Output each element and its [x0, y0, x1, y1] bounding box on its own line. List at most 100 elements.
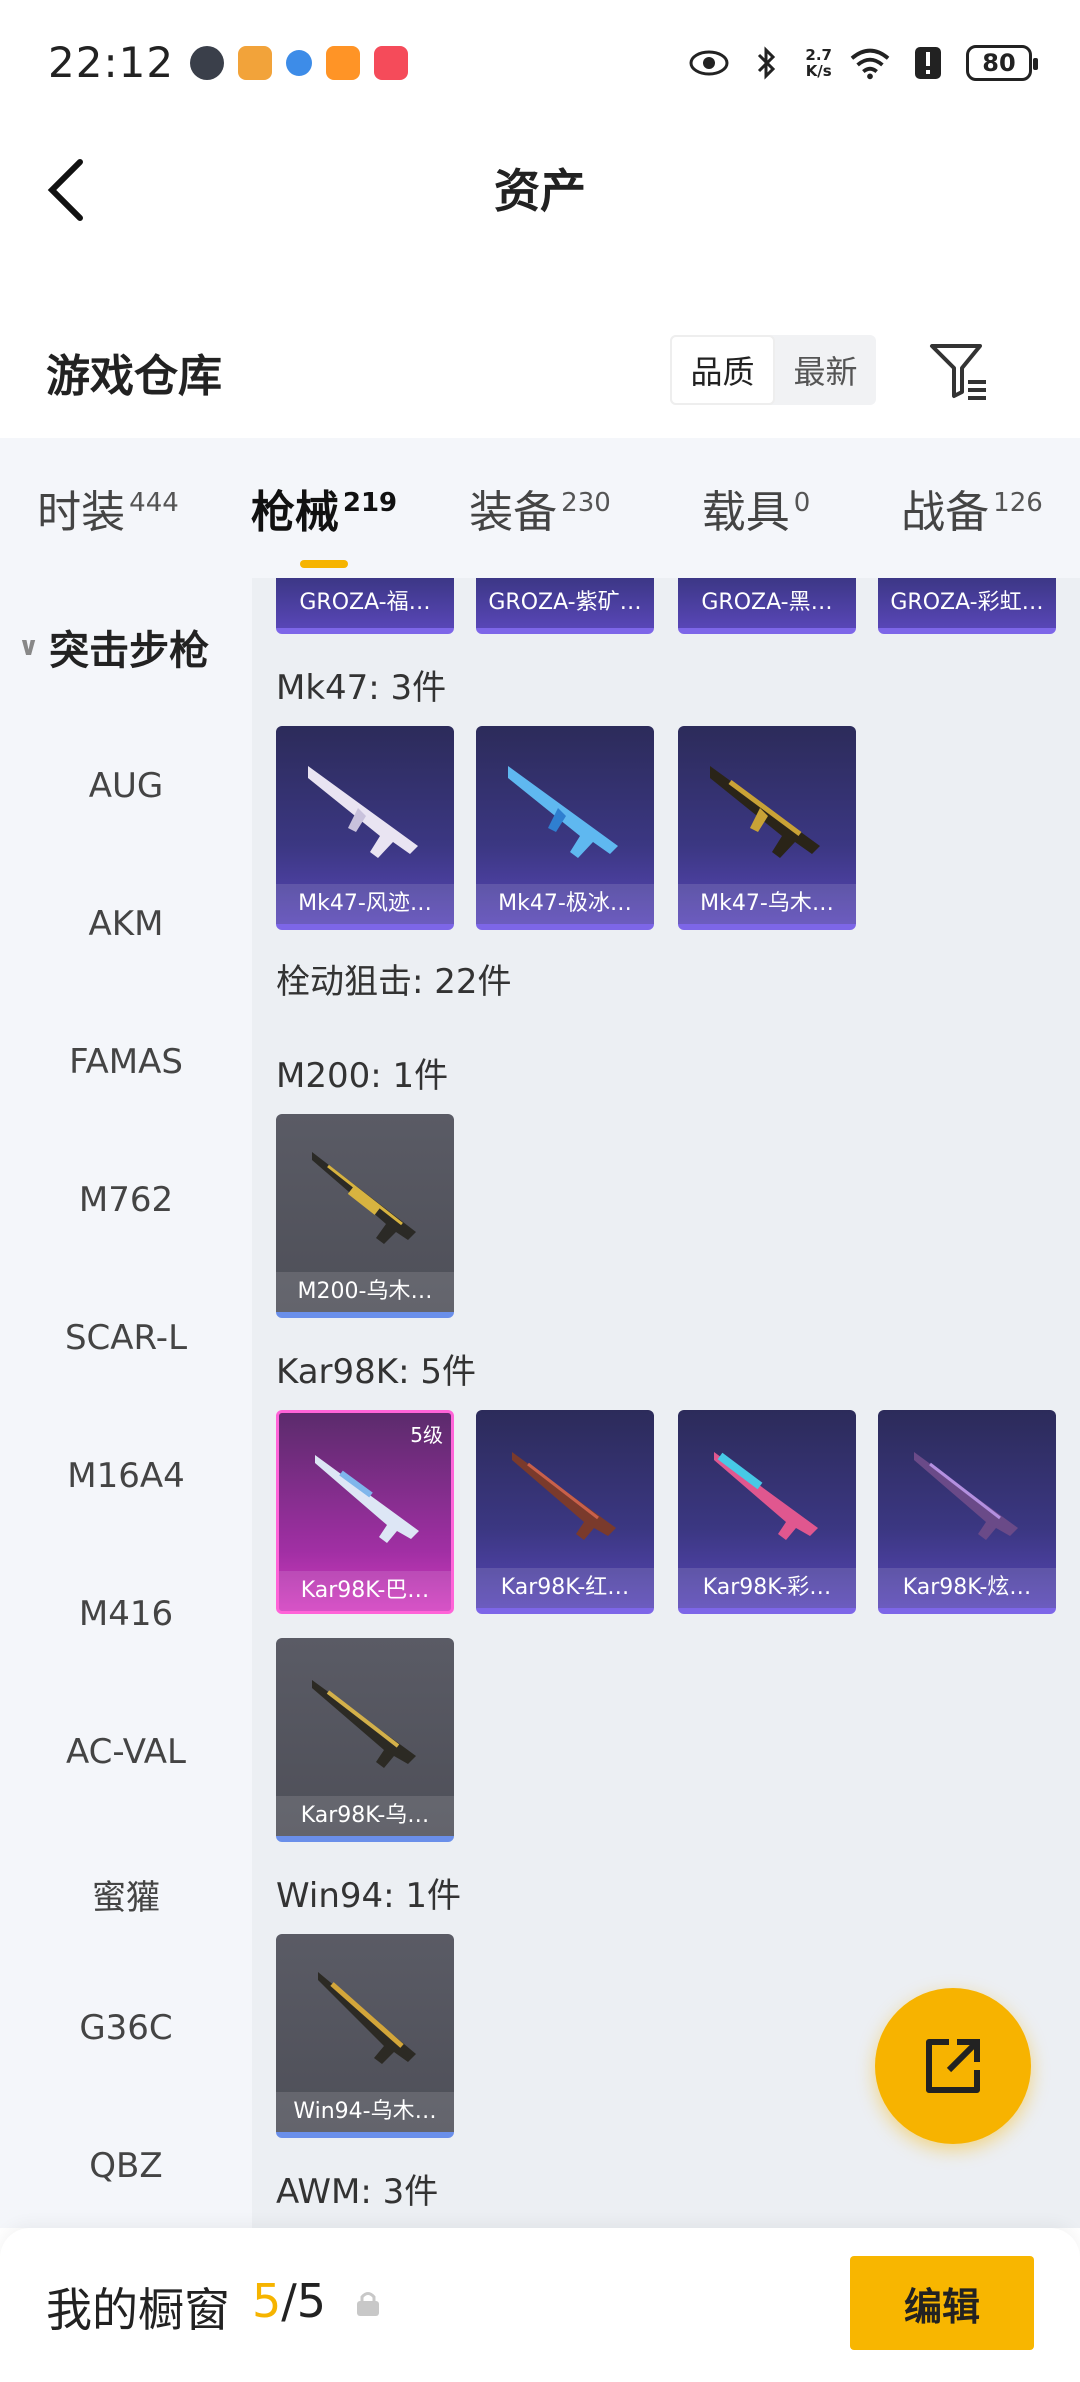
- orange-app-icon: [238, 45, 273, 80]
- filter-icon: [930, 344, 986, 400]
- sidebar-item-m416[interactable]: M416: [0, 1594, 252, 1634]
- skin-name: Kar98K-炫…: [878, 1568, 1056, 1608]
- group-label-kar98k: Kar98K: 5件: [276, 1352, 476, 1392]
- tab-count: 0: [793, 488, 811, 519]
- bottom-bar: 我的橱窗 5/5 编辑: [0, 2228, 1080, 2382]
- rifle-icon: [710, 766, 820, 858]
- skin-card[interactable]: Kar98K-红…: [476, 1410, 654, 1614]
- net-speed-unit: K/s: [805, 61, 832, 80]
- skin-card[interactable]: 5级 Kar98K-巴…: [276, 1410, 454, 1614]
- tab-label: 时装: [37, 487, 126, 538]
- skin-name: Kar98K-乌…: [276, 1796, 454, 1836]
- rifle-icon: [508, 766, 618, 858]
- wifi-icon: [850, 43, 890, 83]
- battery-indicator: 80: [966, 44, 1038, 81]
- sidebar-item-m16a4[interactable]: M16A4: [0, 1456, 252, 1496]
- header: 资产: [0, 125, 1080, 250]
- sidebar-category-assault-rifle[interactable]: ∨ 突击步枪: [18, 618, 209, 676]
- tab-label: 战备: [901, 487, 990, 538]
- group-label-m200: M200: 1件: [276, 1056, 449, 1096]
- net-speed: 2.7 K/s: [805, 47, 832, 79]
- skin-name: M200-乌木…: [276, 1272, 454, 1312]
- sort-quality-button[interactable]: 品质: [670, 335, 775, 405]
- status-app-icons: [190, 45, 409, 80]
- sidebar-item-ac-val[interactable]: AC-VAL: [0, 1732, 252, 1772]
- skin-name: Kar98K-巴…: [279, 1571, 451, 1611]
- sidebar-category-label: 突击步枪: [49, 628, 210, 674]
- showcase-count: 5/5: [252, 2274, 326, 2328]
- skin-card[interactable]: GROZA-彩虹…: [878, 578, 1056, 634]
- weapon-grid: GROZA-福… GROZA-紫矿… GROZA-黑… GROZA-彩虹… Mk…: [252, 578, 1080, 2228]
- skin-name: GROZA-福…: [299, 590, 431, 615]
- edit-button[interactable]: 编辑: [850, 2256, 1034, 2350]
- sidebar-item-m762[interactable]: M762: [0, 1180, 252, 1220]
- sniper-icon: [914, 1452, 1018, 1540]
- skin-name: Win94-乌木…: [276, 2092, 454, 2132]
- sniper-icon: [315, 1455, 419, 1543]
- skin-card[interactable]: Mk47-乌木…: [678, 726, 856, 930]
- skin-card[interactable]: Mk47-极冰…: [476, 726, 654, 930]
- skin-card[interactable]: Win94-乌木…: [276, 1934, 454, 2138]
- share-external-icon: [926, 2039, 980, 2093]
- category-tabs: 时装 444 枪械 219 装备 230 载具 0 战备 126: [0, 438, 1080, 578]
- sidebar-item-honey-badger[interactable]: 蜜獾: [0, 1870, 252, 1919]
- sidebar-item-aug[interactable]: AUG: [0, 766, 252, 806]
- skin-card[interactable]: M200-乌木…: [276, 1114, 454, 1318]
- group-label-win94: Win94: 1件: [276, 1876, 462, 1916]
- skin-card[interactable]: GROZA-黑…: [678, 578, 856, 634]
- eye-icon: [689, 43, 729, 83]
- skin-card[interactable]: GROZA-福…: [276, 578, 454, 634]
- skin-name: Kar98K-彩…: [678, 1568, 856, 1608]
- section-title: 游戏仓库: [46, 351, 222, 402]
- group-label-awm: AWM: 3件: [276, 2172, 439, 2212]
- sidebar-item-famas[interactable]: FAMAS: [0, 1042, 252, 1082]
- skin-card[interactable]: Kar98K-炫…: [878, 1410, 1056, 1614]
- bluetooth-icon: [747, 43, 787, 83]
- sidebar-item-scar-l[interactable]: SCAR-L: [0, 1318, 252, 1358]
- gamepad-app-icon: [326, 45, 361, 80]
- sniper-icon: [312, 1680, 416, 1768]
- skin-card[interactable]: Kar98K-彩…: [678, 1410, 856, 1614]
- tab-label: 装备: [469, 487, 558, 538]
- blue-app-icon: [286, 49, 313, 76]
- back-button[interactable]: [36, 155, 96, 225]
- weapon-sidebar: ∨ 突击步枪 AUG AKM FAMAS M762 SCAR-L M16A4 M…: [0, 578, 252, 2228]
- status-time: 22:12: [48, 38, 175, 87]
- chevron-left-icon: [47, 159, 83, 221]
- tab-count: 444: [129, 488, 179, 519]
- red-shop-icon: [374, 45, 409, 80]
- skin-name: Kar98K-红…: [476, 1568, 654, 1608]
- skin-card[interactable]: Mk47-风迹…: [276, 726, 454, 930]
- tab-equipment[interactable]: 装备 230: [432, 476, 648, 540]
- skin-name: GROZA-彩虹…: [890, 590, 1044, 615]
- tab-label: 枪械: [250, 487, 339, 538]
- tab-supplies[interactable]: 战备 126: [864, 476, 1080, 540]
- skin-card[interactable]: GROZA-紫矿…: [476, 578, 654, 634]
- tab-fashion[interactable]: 时装 444: [0, 476, 216, 540]
- skin-name: GROZA-紫矿…: [488, 590, 642, 615]
- page-title: 资产: [494, 163, 586, 218]
- filter-button[interactable]: [926, 338, 992, 404]
- alert-icon: [908, 43, 948, 83]
- tab-label: 载具: [701, 487, 790, 538]
- tab-guns[interactable]: 枪械 219: [216, 476, 432, 568]
- rifle-icon: [308, 766, 418, 858]
- sniper-icon: [512, 1452, 616, 1540]
- tab-vehicles[interactable]: 载具 0: [648, 476, 864, 540]
- skin-card[interactable]: Kar98K-乌…: [276, 1638, 454, 1842]
- sidebar-item-g36c[interactable]: G36C: [0, 2008, 252, 2048]
- sidebar-item-akm[interactable]: AKM: [0, 904, 252, 944]
- tab-count: 219: [342, 488, 398, 519]
- skin-name: Mk47-风迹…: [276, 884, 454, 924]
- group-label-bolt-action: 栓动狙击: 22件: [276, 962, 512, 1002]
- chevron-down-icon: ∨: [18, 632, 40, 662]
- game-avatar-icon: [190, 45, 225, 80]
- sniper-icon: [714, 1452, 818, 1540]
- status-bar: 22:12 2.7 K/s 80: [0, 0, 1080, 125]
- rifle-icon: [318, 1972, 416, 2064]
- showcase-label: 我的橱窗: [46, 2283, 230, 2337]
- share-fab-button[interactable]: [875, 1988, 1031, 2144]
- showcase-count-total: /5: [281, 2274, 327, 2328]
- sidebar-item-qbz[interactable]: QBZ: [0, 2146, 252, 2186]
- sort-newest-button[interactable]: 最新: [775, 335, 876, 405]
